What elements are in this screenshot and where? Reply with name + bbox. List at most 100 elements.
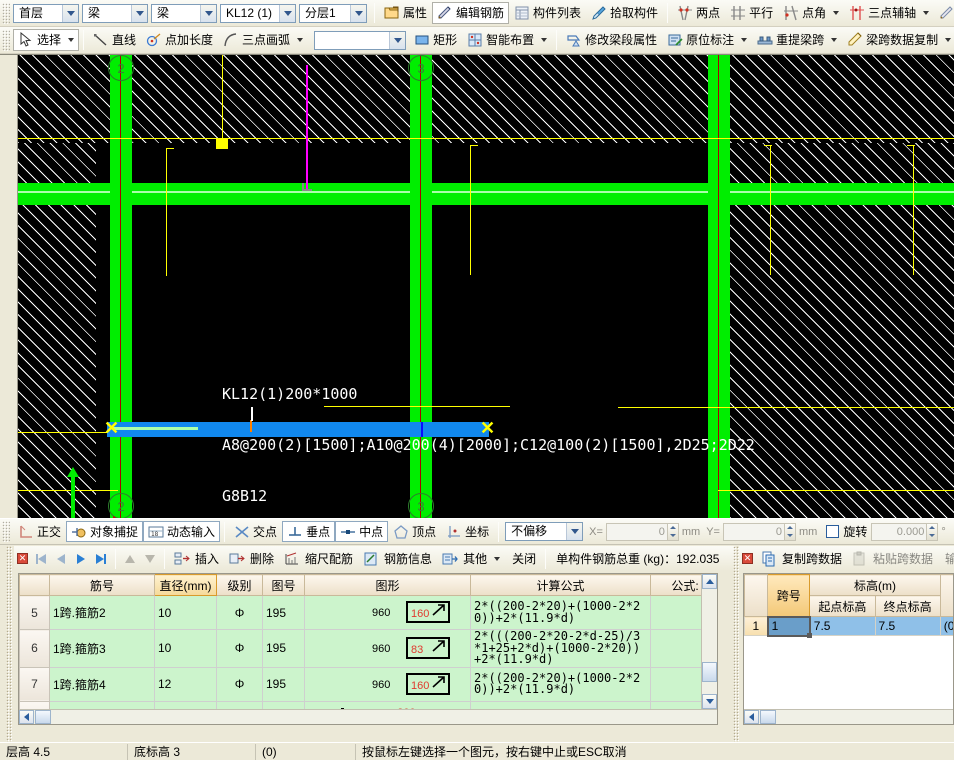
three-point-arc-button[interactable]: 三点画弧 xyxy=(218,29,308,51)
cell-formula[interactable]: 2*((200-2*20)+(1000-2*20))+2*(11.9*d) xyxy=(471,596,651,630)
col-diameter-header[interactable]: 直径(mm) xyxy=(155,575,217,596)
cell-formula[interactable]: 2*((200-2*20)+(1000-2*20))+2*(11.9*d) xyxy=(471,667,651,701)
span-panel-grip[interactable] xyxy=(733,546,739,742)
cell-start-elev[interactable]: 7.5 xyxy=(810,617,875,636)
dynamic-input-toggle[interactable]: 18 动态输入 xyxy=(143,521,220,542)
line-button[interactable]: 直线 xyxy=(88,29,141,51)
cell-grade[interactable]: Φ xyxy=(217,596,263,630)
table-row[interactable]: 1 1 7.5 7.5 (0 xyxy=(745,617,954,636)
chevron-down-icon[interactable] xyxy=(350,5,366,22)
chevron-down-icon[interactable] xyxy=(945,38,951,42)
cell-end-elev[interactable]: 7.5 xyxy=(875,617,940,636)
chevron-down-icon[interactable] xyxy=(831,38,837,42)
first-record-button[interactable] xyxy=(31,549,51,569)
cell-drawing-no[interactable]: 195 xyxy=(263,667,305,701)
scroll-down-button[interactable] xyxy=(702,694,717,709)
col-start-elev-header[interactable]: 起点标高 xyxy=(810,596,875,617)
close-icon[interactable]: ✕ xyxy=(742,553,753,564)
rebar-info-button[interactable]: 钢筋信息 xyxy=(358,548,437,570)
beam-horizontal-top[interactable] xyxy=(18,183,954,205)
rotate-input[interactable]: 0.000 xyxy=(871,523,927,541)
insert-button[interactable]: 插入 xyxy=(169,548,224,570)
span-table-container[interactable]: 跨号 标高(m) 起点标高 终点标高 1 1 7.5 xyxy=(743,573,954,725)
scroll-left-button[interactable] xyxy=(19,710,34,724)
cell-grade[interactable]: Φ xyxy=(217,630,263,668)
cell-span-no[interactable]: 1 xyxy=(768,617,810,636)
two-point-button[interactable]: 两点 xyxy=(672,2,725,24)
scroll-left-button[interactable] xyxy=(744,710,759,724)
scale-rebar-button[interactable]: 缩尺配筋 xyxy=(279,548,358,570)
chevron-down-icon[interactable] xyxy=(923,11,929,15)
component-category-select[interactable]: 梁 xyxy=(151,4,217,23)
col-rebar-no-header[interactable]: 筋号 xyxy=(50,575,155,596)
cell-diameter[interactable]: 10 xyxy=(155,596,217,630)
cell-formula[interactable]: 2*(((200-2*20-2*d-25)/3*1+25+2*d)+(1000-… xyxy=(471,630,651,668)
input-current-button[interactable]: 输入当 xyxy=(938,548,954,570)
copy-span-data-button[interactable]: 复制跨数据 xyxy=(756,548,847,570)
table-row[interactable]: 7 1跨.箍筋4 12 Φ 195 960 160 xyxy=(20,667,719,701)
delete-button[interactable]: 删除 xyxy=(224,548,279,570)
chevron-down-icon[interactable] xyxy=(68,38,74,42)
delete-axis-button[interactable]: 删 xyxy=(934,2,954,24)
edit-rebar-button[interactable]: 编辑钢筋 xyxy=(432,2,509,24)
toolbar-grip[interactable] xyxy=(2,30,10,51)
cell-shape[interactable]: 960 160 xyxy=(305,596,471,630)
elevation-group-header[interactable]: 标高(m) xyxy=(810,575,941,596)
component-type-select[interactable]: 梁 xyxy=(82,4,148,23)
chevron-down-icon[interactable] xyxy=(541,38,547,42)
layer-select[interactable]: 分层1 xyxy=(299,4,367,23)
chevron-down-icon[interactable] xyxy=(200,5,216,22)
col-rownum-header[interactable] xyxy=(20,575,50,596)
cell-diameter[interactable]: 10 xyxy=(155,630,217,668)
cell-grade[interactable]: Φ xyxy=(217,667,263,701)
chevron-down-icon[interactable] xyxy=(494,557,500,561)
hscroll-thumb[interactable] xyxy=(35,710,51,724)
col-grade-header[interactable]: 级别 xyxy=(217,575,263,596)
pick-component-button[interactable]: 拾取构件 xyxy=(586,2,663,24)
close-panel-button[interactable]: 关闭 xyxy=(505,548,541,570)
cell-diameter[interactable]: 12 xyxy=(155,667,217,701)
component-name-select[interactable]: KL12 (1) xyxy=(220,4,296,23)
table-row[interactable]: 6 1跨.箍筋3 10 Φ 195 960 83 xyxy=(20,630,719,668)
modify-beam-segment-property-button[interactable]: 修改梁段属性 xyxy=(561,29,662,51)
component-list-button[interactable]: 构件列表 xyxy=(509,2,586,24)
col-span-no-header[interactable]: 跨号 xyxy=(768,575,810,617)
rebar-table-vscrollbar[interactable] xyxy=(701,574,717,724)
copy-beam-span-data-button[interactable]: 梁跨数据复制 xyxy=(842,29,954,51)
drawing-canvas[interactable]: 2 3 2 3 KL12(1)200*1000 A8@200(2)[1500];… xyxy=(18,55,954,518)
next-record-button[interactable] xyxy=(71,549,91,569)
beam-start-handle[interactable]: ✕ xyxy=(104,423,119,433)
chevron-down-icon[interactable] xyxy=(389,32,405,49)
col-formula-header[interactable]: 计算公式 xyxy=(471,575,651,596)
span-table-hscrollbar[interactable] xyxy=(744,709,953,724)
cell-rebar-no[interactable]: 1跨.箍筋3 xyxy=(50,630,155,668)
paste-span-data-button[interactable]: 粘贴跨数据 xyxy=(847,548,938,570)
cell-shape[interactable]: 960 83 xyxy=(305,630,471,668)
vertex-snap[interactable]: 顶点 xyxy=(388,521,441,542)
col-drawing-no-header[interactable]: 图号 xyxy=(263,575,305,596)
rotate-checkbox[interactable] xyxy=(826,525,839,538)
col-end-elev-header[interactable]: 终点标高 xyxy=(875,596,940,617)
rebar-table-container[interactable]: 筋号 直径(mm) 级别 图号 图形 计算公式 公式: 5 1跨.箍筋2 xyxy=(18,573,718,725)
scroll-up-button[interactable] xyxy=(702,574,717,589)
chevron-down-icon[interactable] xyxy=(297,38,303,42)
chevron-down-icon[interactable] xyxy=(566,523,582,540)
toolbar-grip[interactable] xyxy=(2,3,10,24)
point-angle-button[interactable]: 点角 xyxy=(778,2,844,24)
parallel-button[interactable]: 平行 xyxy=(725,2,778,24)
perpendicular-snap[interactable]: 垂点 xyxy=(282,521,335,542)
beam-end-handle[interactable]: ✕ xyxy=(480,423,495,433)
chevron-down-icon[interactable] xyxy=(62,5,78,22)
beam-vertical-axis2[interactable] xyxy=(110,55,132,518)
x-input[interactable]: 0 xyxy=(606,523,668,541)
hscroll-thumb[interactable] xyxy=(760,710,776,724)
cell-drawing-no[interactable]: 195 xyxy=(263,596,305,630)
three-point-aux-axis-button[interactable]: 三点辅轴 xyxy=(844,2,934,24)
other-button[interactable]: 其他 xyxy=(437,548,505,570)
re-extract-beam-span-button[interactable]: 重提梁跨 xyxy=(752,29,842,51)
floor-select[interactable]: 首层 xyxy=(13,4,79,23)
rectangle-button[interactable]: 矩形 xyxy=(409,29,462,51)
y-spinner[interactable] xyxy=(785,523,796,541)
chevron-down-icon[interactable] xyxy=(741,38,747,42)
ortho-toggle[interactable]: 正交 xyxy=(13,521,66,542)
